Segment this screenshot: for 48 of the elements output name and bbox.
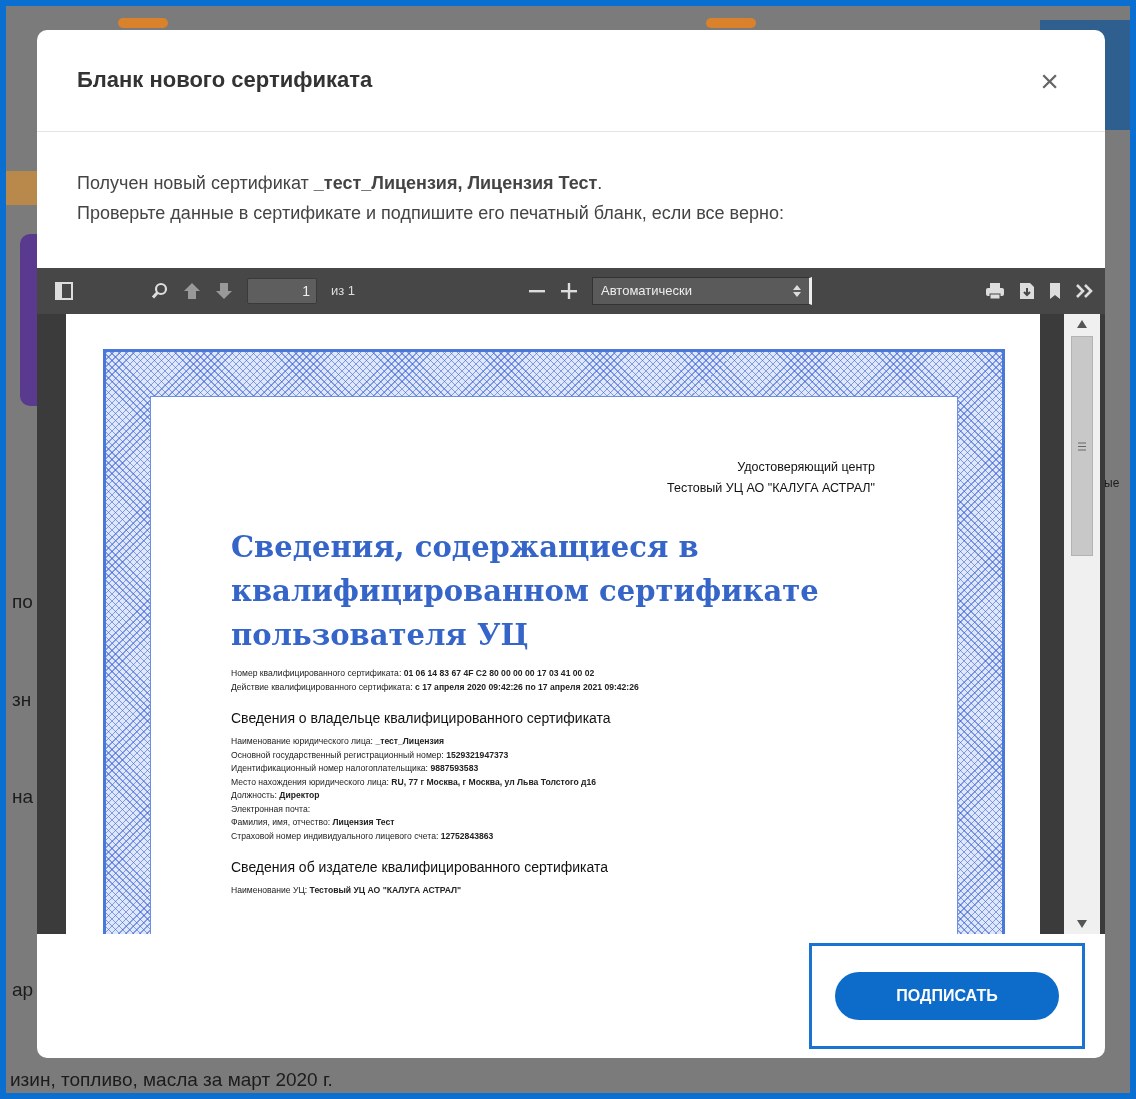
certificate-field: Номер квалифицированного сертификата: 01 06 14 83 67 4F C2 80 00 00 00 17 03 41 00 02 bbox=[231, 667, 875, 681]
issuer-text: Тестовый УЦ АО "КАЛУГА АСТРАЛ" bbox=[666, 480, 875, 497]
certificate-field: Идентификационный номер налогоплательщика: 9887593583 bbox=[231, 762, 875, 776]
updown-caret-icon[interactable] bbox=[793, 285, 802, 297]
page-count: из 1 bbox=[331, 282, 356, 301]
certificate-field: Фамилия, имя, отчество: Лицензия Тест bbox=[231, 816, 875, 830]
background-text: ар bbox=[12, 978, 34, 1002]
tab-marker bbox=[118, 18, 168, 28]
banner-strip bbox=[6, 171, 40, 205]
section-heading: Сведения о владельце квалифицированного сертификата bbox=[231, 709, 612, 728]
tab-marker bbox=[706, 18, 756, 28]
printer-icon[interactable] bbox=[985, 282, 1005, 300]
background-text: ые bbox=[1104, 475, 1120, 492]
certificate-title: Сведения, содержащиеся в квалифицированном сертификате пользователя УЦ bbox=[231, 529, 820, 654]
bookmark-icon[interactable] bbox=[1049, 282, 1061, 300]
certificate-field: Место нахождения юридического лица: RU, 77 г Москва, г Москва, ул Льва Толстого д16 bbox=[231, 775, 875, 789]
message-text: Получен новый сертификат _тест_Лицензия, Лицензия Тест. bbox=[77, 172, 604, 195]
dialog-title: Бланк нового сертификата bbox=[77, 67, 373, 94]
plus-icon[interactable] bbox=[560, 282, 579, 300]
document-download-icon[interactable] bbox=[1019, 282, 1035, 300]
certificate-field: Наименование УЦ: Тестовый УЦ АО "КАЛУГА АСТРАЛ" bbox=[231, 884, 875, 898]
background-text: по bbox=[12, 590, 33, 614]
page-number-field[interactable]: 1 bbox=[247, 278, 317, 304]
scroll-up-icon[interactable] bbox=[1077, 320, 1087, 328]
certificate-field: Основной государственный регистрационный номер: 1529321947373 bbox=[231, 748, 875, 762]
close-button[interactable]: × bbox=[1034, 64, 1065, 97]
search-icon[interactable] bbox=[151, 282, 169, 300]
background-text: зн bbox=[12, 688, 32, 712]
certificate-field: Наименование юридического лица: _тест_Лицензия bbox=[231, 735, 875, 749]
double-chevron-icon[interactable] bbox=[1075, 283, 1095, 299]
zoom-select[interactable]: Автоматически bbox=[592, 277, 813, 305]
certificate-field: Страховой номер индивидуального лицевого счета: 12752843863 bbox=[231, 829, 875, 843]
down-arrow-icon[interactable] bbox=[215, 282, 233, 300]
up-arrow-icon[interactable] bbox=[183, 282, 201, 300]
certificate-field: Должность: Директор bbox=[231, 789, 875, 803]
scrollbar[interactable] bbox=[1064, 314, 1100, 934]
message-text: Проверьте данные в сертификате и подпишите его печатный бланк, если все верно: bbox=[77, 202, 785, 225]
background-text: изин, топливо, масла за март 2020 г. bbox=[10, 1068, 333, 1092]
sidebar-toggle-icon[interactable] bbox=[55, 282, 73, 300]
certificate-field: Действие квалифицированного сертификата: с 17 апреля 2020 09:42:26 по 17 апреля 2021 09:42:26 bbox=[231, 680, 875, 694]
scroll-down-icon[interactable] bbox=[1077, 920, 1087, 928]
background-text: на bbox=[12, 785, 34, 809]
scroll-thumb[interactable] bbox=[1071, 336, 1093, 556]
zoom-select-value: Автоматически bbox=[601, 282, 692, 301]
issuer-text: Удостоверяющий центр bbox=[736, 459, 875, 476]
section-heading: Сведения об издателе квалифицированного сертификата bbox=[231, 858, 610, 877]
sign-button[interactable]: ПОДПИСАТЬ bbox=[835, 972, 1059, 1020]
certificate-field: Электронная почта: bbox=[231, 802, 875, 816]
